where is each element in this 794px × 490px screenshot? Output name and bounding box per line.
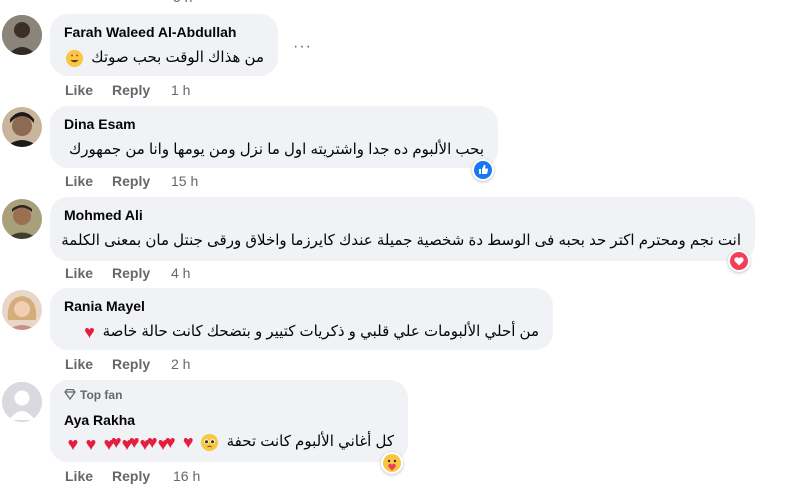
comment-timestamp[interactable]: 1 h: [171, 82, 190, 98]
comment-bubble: Dina Esam بحب الألبوم ده جدا واشتريته او…: [50, 106, 498, 168]
like-button[interactable]: Like: [65, 356, 93, 372]
comment-text-content: كل أغاني الألبوم كانت تحفة: [226, 433, 394, 450]
heart-emoji-icon: ♥: [103, 434, 115, 455]
comment-timestamp[interactable]: 4 h: [171, 265, 190, 281]
heart-emoji-icon: ♥: [182, 432, 194, 453]
pleading-face-emoji-icon: [201, 433, 219, 451]
care-icon[interactable]: [381, 452, 403, 474]
reply-button[interactable]: Reply: [112, 468, 150, 484]
like-button[interactable]: Like: [65, 173, 93, 189]
comment-text-content: من هذاك الوقت بحب صوتك: [91, 49, 264, 66]
top-fan-label: Top fan: [80, 388, 123, 402]
comment-author[interactable]: Aya Rakha: [64, 412, 135, 428]
previous-timestamp: 5 h: [173, 0, 192, 5]
comment-text-content: من أحلي الألبومات علي قلبي و ذكريات كتيي…: [102, 323, 539, 340]
like-icon[interactable]: [472, 159, 494, 181]
reply-button[interactable]: Reply: [112, 265, 150, 281]
comment-text: انت نجم ومحترم اكتر حد بحبه فى الوسط دة …: [61, 232, 741, 249]
heart-eyes-emoji-icon: [66, 49, 84, 67]
reply-button[interactable]: Reply: [112, 82, 150, 98]
comment-author[interactable]: Dina Esam: [64, 116, 136, 132]
avatar[interactable]: [2, 107, 42, 147]
avatar[interactable]: [2, 382, 42, 422]
heart-emoji-icon: ♥: [121, 434, 133, 455]
comment-author[interactable]: Rania Mayel: [64, 298, 145, 314]
comment-bubble: Rania Mayel من أحلي الألبومات علي قلبي و…: [50, 288, 553, 350]
comment-text: من أحلي الألبومات علي قلبي و ذكريات كتيي…: [80, 322, 539, 342]
heart-emoji-icon: ♥: [84, 322, 95, 343]
comment-bubble: Mohmed Ali انت نجم ومحترم اكتر حد بحبه ف…: [50, 197, 755, 261]
previous-comment-actions: 5 h: [0, 0, 794, 6]
comment-author[interactable]: Mohmed Ali: [64, 207, 143, 223]
avatar[interactable]: [2, 15, 42, 55]
heart-emoji-icon: ♥: [139, 434, 151, 455]
avatar[interactable]: [2, 290, 42, 330]
heart-emoji-icon: ♥: [85, 434, 97, 455]
heart-emoji-icon: ♥: [157, 434, 169, 455]
comment-text-continuation: ♥ ♥ ♥ ♥ ♥ ♥: [64, 434, 172, 454]
comment-timestamp[interactable]: 15 h: [171, 173, 198, 189]
diamond-icon: [64, 388, 76, 403]
more-options-icon[interactable]: ···: [293, 38, 312, 56]
comment-text: بحب الألبوم ده جدا واشتريته اول ما نزل و…: [68, 141, 484, 158]
heart-emoji-icon: ♥: [67, 434, 79, 455]
like-button[interactable]: Like: [65, 265, 93, 281]
avatar[interactable]: [2, 199, 42, 239]
reply-button[interactable]: Reply: [112, 356, 150, 372]
reply-button[interactable]: Reply: [112, 173, 150, 189]
comment-bubble: Farah Waleed Al-Abdullah من هذاك الوقت ب…: [50, 14, 278, 76]
like-button[interactable]: Like: [65, 468, 93, 484]
comment-bubble: Top fan Aya Rakha كل أغاني الألبوم كانت …: [50, 380, 408, 462]
comment-author[interactable]: Farah Waleed Al-Abdullah: [64, 24, 236, 40]
like-button[interactable]: Like: [65, 82, 93, 98]
love-icon[interactable]: [728, 250, 750, 272]
top-fan-badge: Top fan: [64, 388, 122, 403]
comment-text: من هذاك الوقت بحب صوتك: [66, 48, 264, 68]
comment-timestamp[interactable]: 16 h: [173, 468, 200, 484]
comment-timestamp[interactable]: 2 h: [171, 356, 190, 372]
